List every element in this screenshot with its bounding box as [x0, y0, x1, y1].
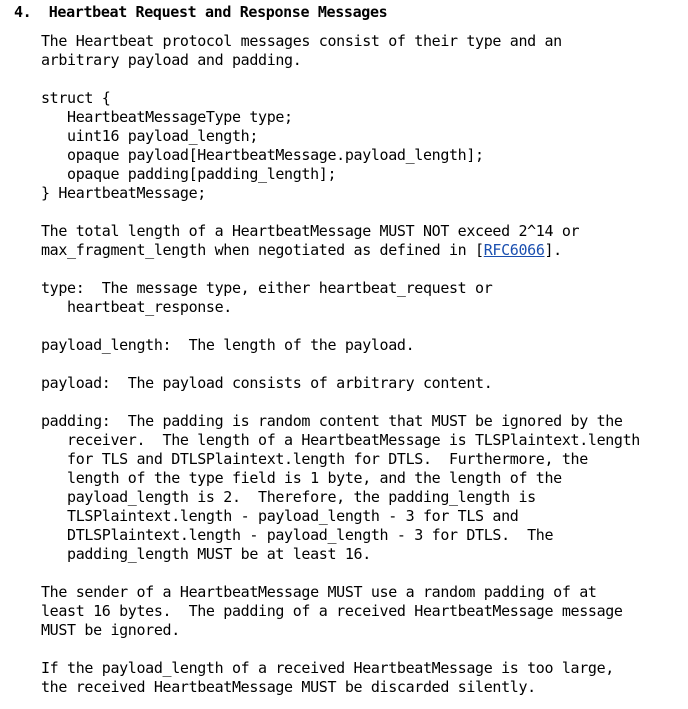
struct-line: opaque payload[HeartbeatMessage.payload_… — [41, 146, 484, 164]
length-line-text: max_fragment_length when negotiated as d… — [41, 241, 484, 259]
struct-line: struct { — [41, 89, 111, 107]
def-padding-line: DTLSPlaintext.length - payload_length - … — [41, 526, 554, 544]
struct-line: opaque padding[padding_length]; — [41, 165, 337, 183]
length-line-text: ]. — [544, 241, 563, 259]
def-padding-line: padding: The padding is random content t… — [41, 412, 623, 430]
struct-line: uint16 payload_length; — [41, 127, 259, 145]
def-padding-line: payload_length is 2. Therefore, the padd… — [41, 488, 536, 506]
length-line: The total length of a HeartbeatMessage M… — [41, 222, 580, 240]
section-heading: 4. Heartbeat Request and Response Messag… — [14, 3, 388, 22]
def-payload-line: payload: The payload consists of arbitra… — [41, 374, 493, 392]
def-padding-line: padding_length MUST be at least 16. — [41, 545, 371, 563]
intro-line: The Heartbeat protocol messages consist … — [41, 32, 562, 50]
section-number: 4. — [14, 3, 32, 21]
sender-line: The sender of a HeartbeatMessage MUST us… — [41, 583, 597, 601]
def-padding-line: length of the type field is 1 byte, and … — [41, 469, 562, 487]
def-padding-line: receiver. The length of a HeartbeatMessa… — [41, 431, 640, 449]
discard-line: the received HeartbeatMessage MUST be di… — [41, 678, 536, 696]
rfc-document: 4. Heartbeat Request and Response Messag… — [0, 0, 688, 709]
length-line: max_fragment_length when negotiated as d… — [41, 241, 562, 260]
sender-line: MUST be ignored. — [41, 621, 180, 639]
def-type-line: type: The message type, either heartbeat… — [41, 279, 493, 297]
rfc6066-link[interactable]: RFC6066 — [484, 241, 545, 259]
def-payload-length-line: payload_length: The length of the payloa… — [41, 336, 415, 354]
def-padding-line: for TLS and DTLSPlaintext.length for DTL… — [41, 450, 588, 468]
def-type-line: heartbeat_response. — [41, 298, 232, 316]
discard-line: If the payload_length of a received Hear… — [41, 659, 614, 677]
section-title: Heartbeat Request and Response Messages — [48, 3, 388, 21]
sender-line: least 16 bytes. The padding of a receive… — [41, 602, 623, 620]
intro-line: arbitrary payload and padding. — [41, 51, 302, 69]
struct-line: } HeartbeatMessage; — [41, 184, 206, 202]
def-padding-line: TLSPlaintext.length - payload_length - 3… — [41, 507, 519, 525]
struct-line: HeartbeatMessageType type; — [41, 108, 293, 126]
